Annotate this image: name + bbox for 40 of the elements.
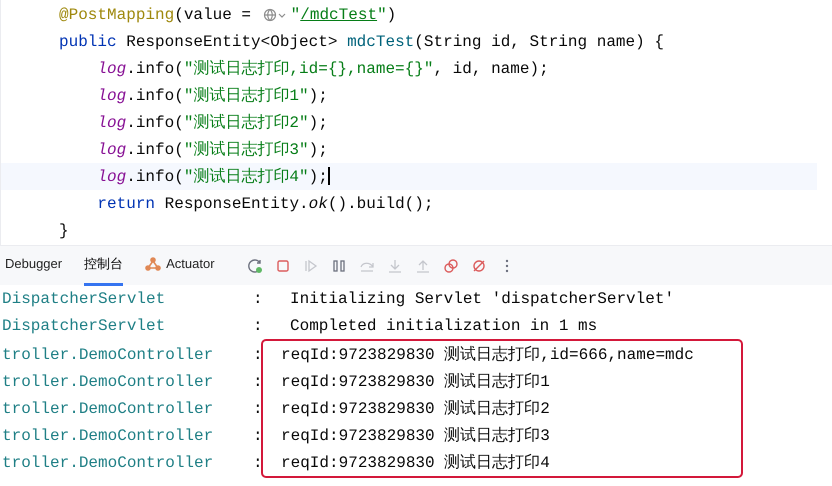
code-text: "/mdcTest") [290, 4, 396, 26]
log-message: reqId:9723829830 测试日志打印3 [281, 426, 550, 446]
code-text: log.info("测试日志打印1"); [96, 86, 328, 106]
pause-icon[interactable] [330, 258, 347, 274]
code-text: log.info("测试日志打印3"); [96, 140, 328, 160]
logger-name: troller.DemoController [1, 344, 214, 366]
code-text: log.info("测试日志打印4"); [96, 166, 330, 188]
panel-tab[interactable]: Actuator [145, 246, 215, 286]
logger-name: DispatcherServlet [1, 288, 166, 310]
logger-name: troller.DemoController [1, 398, 214, 420]
log-separator: : [253, 372, 261, 392]
nodes-icon [145, 257, 162, 271]
log-separator: : [253, 344, 261, 366]
log-separator: : [253, 398, 261, 420]
mute-breakpoints-icon[interactable] [470, 258, 487, 274]
log-message: reqId:9723829830 测试日志打印2 [281, 398, 550, 420]
code-text: public ResponseEntity<Object> mdcTest(String id, String name) { [59, 32, 664, 52]
breakpoints-icon[interactable] [442, 258, 459, 274]
rerun-icon[interactable] [246, 258, 263, 274]
log-message: reqId:9723829830 测试日志打印4 [281, 452, 550, 474]
log-message: Initializing Servlet 'dispatcherServlet' [289, 288, 674, 310]
stop-icon[interactable] [274, 258, 291, 274]
code-text: return ResponseEntity.ok().build(); [96, 194, 434, 214]
log-message: Completed initialization in 1 ms [289, 316, 598, 336]
code-text: log.info("测试日志打印,id={},name={}", id, name); [96, 58, 549, 80]
code-text: @PostMapping(value = [59, 4, 252, 26]
log-message: reqId:9723829830 测试日志打印1 [281, 372, 550, 392]
panel-tab[interactable]: 控制台 [84, 246, 124, 286]
logger-name: troller.DemoController [1, 452, 214, 474]
logger-name: troller.DemoController [1, 372, 214, 392]
log-separator: : [253, 426, 261, 446]
panel-tab[interactable]: Debugger [5, 246, 62, 286]
logger-name: troller.DemoController [1, 426, 214, 446]
log-separator: : [253, 316, 264, 336]
logger-name: DispatcherServlet [1, 316, 166, 336]
log-separator: : [253, 452, 261, 474]
log-message: reqId:9723829830 测试日志打印,id=666,name=mdc [281, 344, 694, 366]
log-separator: : [253, 288, 264, 310]
code-text: } [59, 220, 69, 242]
code-text: log.info("测试日志打印2"); [96, 112, 328, 134]
